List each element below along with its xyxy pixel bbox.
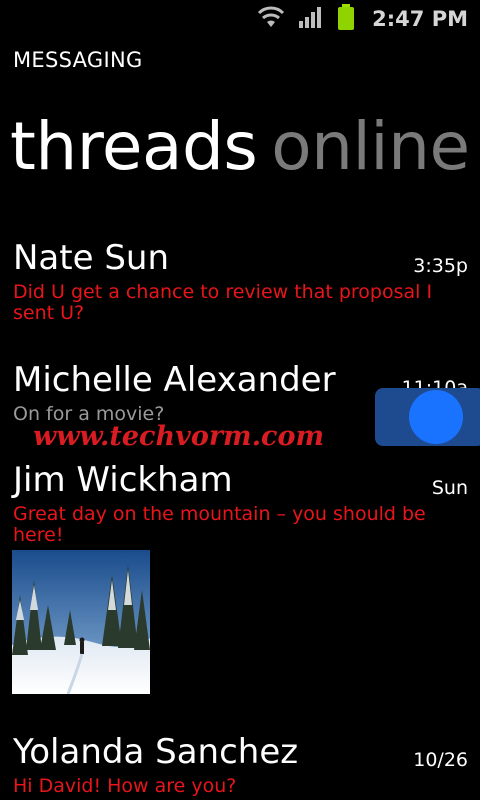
pivot-tab-online[interactable]: online bbox=[271, 108, 470, 185]
thread-contact-name: Jim Wickham bbox=[13, 460, 233, 500]
thread-preview: Hi David! How are you? bbox=[13, 775, 237, 797]
thread-contact-name: Nate Sun bbox=[13, 238, 170, 278]
thread-timestamp: Sun bbox=[431, 477, 468, 499]
thread-preview: Great day on the mountain – you should b… bbox=[13, 503, 426, 546]
pivot-header: threads online bbox=[10, 108, 470, 185]
thread-item[interactable]: Yolanda Sanchez 10/26 Hi David! How are … bbox=[13, 732, 468, 797]
battery-icon bbox=[336, 3, 356, 35]
status-time: 2:47 PM bbox=[372, 7, 468, 31]
app-title: MESSAGING bbox=[13, 48, 143, 72]
thread-timestamp: 10/26 bbox=[413, 749, 468, 771]
status-bar: 2:47 PM bbox=[0, 0, 480, 38]
wifi-icon bbox=[256, 5, 286, 33]
thread-item[interactable]: Nate Sun 3:35p Did U get a chance to rev… bbox=[13, 238, 468, 324]
drag-knob[interactable] bbox=[409, 390, 463, 444]
thread-preview: Did U get a chance to review that propos… bbox=[13, 281, 433, 324]
thread-timestamp: 3:35p bbox=[413, 255, 468, 277]
pivot-tab-threads[interactable]: threads bbox=[10, 108, 258, 185]
status-icons: 2:47 PM bbox=[256, 4, 468, 34]
signal-icon bbox=[298, 5, 324, 33]
thread-contact-name: Yolanda Sanchez bbox=[13, 732, 299, 772]
watermark: www.techvorm.com bbox=[33, 421, 325, 452]
thread-item[interactable]: Jim Wickham Sun Great day on the mountai… bbox=[13, 460, 468, 546]
thread-photo-attachment[interactable] bbox=[12, 550, 150, 694]
